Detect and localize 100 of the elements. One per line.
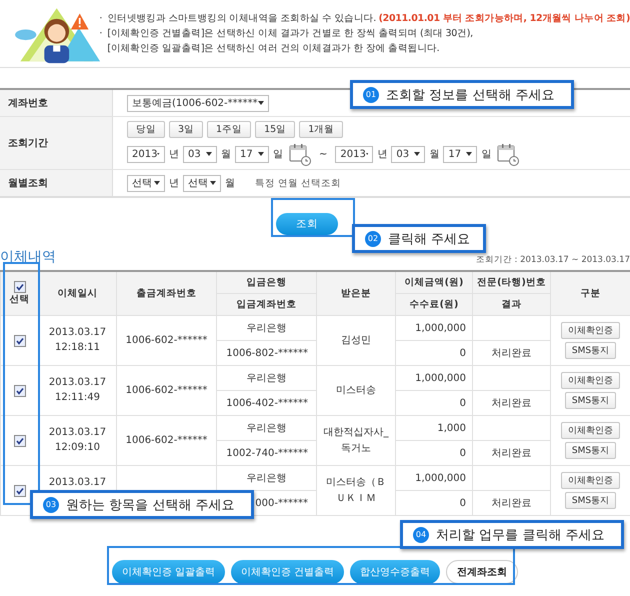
unit-label: 일 xyxy=(481,148,492,161)
caret-icon xyxy=(157,152,160,156)
period-text: 조회기간 : 2013.03.17 ~ 2013.03.17 xyxy=(476,254,630,266)
field-label: 월별조회 xyxy=(0,170,113,196)
table-cell: 1006-602-****** xyxy=(126,435,208,446)
row-action-button[interactable]: 이체확인증 xyxy=(561,422,620,439)
caret-icon xyxy=(258,101,264,105)
table-cell: 0 xyxy=(396,490,472,516)
notice-text: [이체확인증 건별출력]은 선택하신 이체 결과가 건별로 한 장씩 출력되며 (최대 30건), xyxy=(107,27,473,41)
callout-text: 클릭해 주세요 xyxy=(388,230,470,248)
field-label: 계좌번호 xyxy=(0,90,113,116)
table-cell: 우리은행 xyxy=(216,416,316,440)
row-action-button[interactable]: 이체확인증 xyxy=(561,472,620,489)
column-header: 이체금액(원) xyxy=(396,271,472,294)
time-text: 12:11:49 xyxy=(54,391,101,405)
callout-text: 처리할 업무를 클릭해 주세요 xyxy=(436,526,604,544)
table-cell: 1,000,000 xyxy=(396,466,472,490)
date-text: 2013.03.17 xyxy=(48,326,108,340)
table-cell: 0 xyxy=(396,440,472,466)
row-action-button[interactable]: 이체확인증 xyxy=(561,322,620,339)
dropdown[interactable]: 03 xyxy=(391,146,426,162)
table-cell: 1,000,000 xyxy=(396,316,472,340)
column-header: 입금은행 xyxy=(216,271,316,294)
column-header: 전문(타행)번호 xyxy=(472,271,550,294)
unit-label: 년 xyxy=(169,177,179,190)
dropdown[interactable]: 2013 xyxy=(335,146,374,162)
caret-icon xyxy=(258,152,264,156)
date-text: 2013.03.17 xyxy=(48,426,108,440)
field-label: 조회기간 xyxy=(0,117,113,169)
table-cell: 미스터송 xyxy=(336,384,376,396)
caret-icon xyxy=(366,152,368,156)
dropdown[interactable]: 2013 xyxy=(127,146,165,162)
table-cell: 우리은행 xyxy=(216,366,316,390)
dropdown[interactable]: 17 xyxy=(443,146,478,162)
column-header: 이체일시 xyxy=(38,271,116,316)
dropdown[interactable]: 보통예금(1006-602-****** xyxy=(127,94,269,112)
calendar-icon xyxy=(289,142,311,166)
column-header: 입금계좌번호 xyxy=(216,294,316,316)
unit-label: 월 xyxy=(225,177,235,190)
section-title: 이체내역 xyxy=(0,248,56,266)
callout-text: 조회할 정보를 선택해 주세요 xyxy=(386,86,554,104)
table-cell: 1,000 xyxy=(396,416,472,440)
row-action-button[interactable]: SMS통지 xyxy=(564,392,616,409)
table-cell: 0 xyxy=(396,340,472,366)
checkbox[interactable] xyxy=(14,484,26,496)
caret-icon xyxy=(466,152,472,156)
caret-icon xyxy=(210,181,216,185)
notice-text: 인터넷뱅킹과 스마트뱅킹의 이체내역을 조회하실 수 있습니다. (2011.01.01 부터 조회가능하며, 12개월씩 나누어 조회) xyxy=(107,12,630,26)
caret-icon xyxy=(154,181,160,185)
checkbox[interactable] xyxy=(14,281,26,293)
period-button[interactable]: 1개월 xyxy=(299,120,344,138)
calendar-icon xyxy=(497,142,520,166)
table-cell: 우리은행 xyxy=(216,316,316,340)
unit-label: 년 xyxy=(169,148,179,161)
table-cell: 1006-602-****** xyxy=(126,335,208,346)
table-cell: 미스터송（ＢＵＫＩＭ xyxy=(326,476,386,504)
column-header: 선택 xyxy=(8,293,30,306)
row-action-button[interactable]: SMS통지 xyxy=(564,342,616,359)
column-header: 출금계좌번호 xyxy=(116,271,216,316)
unit-label: 일 xyxy=(273,148,283,161)
action-button[interactable]: 전계좌조회 xyxy=(446,560,518,584)
table-cell: 대한적십자사_독거노 xyxy=(324,426,388,454)
unit-label: 월 xyxy=(221,148,231,161)
dropdown[interactable]: 03 xyxy=(183,146,217,162)
step-badge: 02 xyxy=(365,230,381,246)
step-badge: 03 xyxy=(43,496,59,512)
period-button[interactable]: 1주일 xyxy=(207,120,252,138)
caret-icon xyxy=(206,152,212,156)
period-button[interactable]: 당일 xyxy=(127,120,165,138)
dropdown[interactable]: 선택 xyxy=(183,174,221,192)
unit-label: 월 xyxy=(429,148,440,161)
row-action-button[interactable]: SMS통지 xyxy=(564,442,616,459)
dropdown[interactable]: 선택 xyxy=(127,174,165,192)
checkbox[interactable] xyxy=(14,434,26,446)
period-button[interactable]: 3일 xyxy=(169,120,204,138)
checkbox[interactable] xyxy=(14,334,26,346)
unit-label: 년 xyxy=(377,148,388,161)
time-text: 12:09:10 xyxy=(54,441,101,455)
row-action-button[interactable]: 이체확인증 xyxy=(561,372,620,389)
dropdown[interactable]: 17 xyxy=(235,146,269,162)
column-header: 수수료(원) xyxy=(396,294,472,316)
hint-text: 특정 연월 선택조회 xyxy=(255,176,342,190)
period-button[interactable]: 15일 xyxy=(255,120,296,138)
notice-text: [이체확인증 일괄출력]은 선택하신 여러 건의 이체결과가 한 장에 출력됩니다. xyxy=(107,42,440,56)
table-cell: 1006-602-****** xyxy=(126,385,208,396)
step-badge: 04 xyxy=(413,526,429,542)
date-text: 2013.03.17 xyxy=(48,476,108,490)
table-cell: 1,000,000 xyxy=(396,366,472,390)
time-text: 12:18:11 xyxy=(54,341,101,355)
step-badge: 01 xyxy=(363,86,379,102)
range-separator: ~ xyxy=(319,148,328,160)
date-text: 2013.03.17 xyxy=(48,376,108,390)
column-header: 구분 xyxy=(550,271,630,316)
bullet: · xyxy=(99,27,104,41)
table-cell: 김성민 xyxy=(341,334,371,346)
caret-icon xyxy=(414,152,420,156)
column-header: 받은분 xyxy=(316,271,396,316)
checkbox[interactable] xyxy=(14,384,26,396)
table-cell: 0 xyxy=(396,390,472,416)
row-action-button[interactable]: SMS통지 xyxy=(564,492,616,509)
